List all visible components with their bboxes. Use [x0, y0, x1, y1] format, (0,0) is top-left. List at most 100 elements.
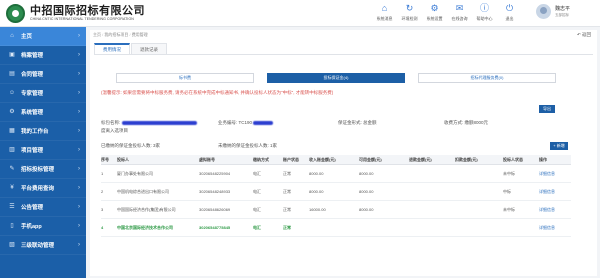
logo-emblem-icon	[6, 4, 25, 23]
sidebar-item[interactable]: ▤ 合同管理 ›	[0, 65, 86, 84]
sidebar-item-icon: ⌂	[10, 33, 14, 39]
segment-document-fee[interactable]: 标书费	[116, 73, 254, 83]
gear-icon: ⚙	[430, 3, 439, 13]
table-row: 1 厦门办事处有限公司 30206548225904 电汇 正常 8000.00 8000.…	[101, 165, 571, 183]
segment-agency-fee[interactable]: 招标代理服务费(0)	[418, 73, 556, 83]
sidebar-item-icon: ▧	[9, 242, 15, 248]
paid-count: 已缴纳的保证金投标人数: 3家	[101, 143, 160, 149]
sidebar-item-icon: ▯	[10, 223, 14, 229]
table-cell: 电汇	[253, 188, 261, 194]
sidebar-item-label: 档案管理	[21, 53, 44, 59]
chevron-right-icon: ›	[78, 147, 80, 153]
sidebar-item[interactable]: ▣ 档案管理 ›	[0, 46, 86, 65]
segment-bid-deposit[interactable]: 投标保证金(4)	[267, 73, 405, 83]
topnav-item[interactable]: ⌂ 系统消息	[372, 3, 397, 22]
breadcrumb-item[interactable]: 主页	[93, 32, 101, 37]
deposit-type: 保证金形式: 总金额	[338, 120, 377, 126]
deposit-table: 序号 投标人 虚拟账号 缴纳方式 账户状态 收入账金额(元) 可用金额(元) 退款金额(元) 扣…	[101, 155, 571, 237]
sidebar-item-label: 专家管理	[21, 91, 44, 97]
tab-fee-status[interactable]: 费用情况	[94, 43, 130, 54]
sidebar-item[interactable]: ⚙ 系统管理 ›	[0, 103, 86, 122]
user-menu[interactable]: 魏志平 五部招标	[536, 4, 570, 19]
topnav-label: 环境检测	[401, 16, 418, 21]
sidebar-item-label: 招标投标管理	[21, 167, 55, 173]
sidebar-item[interactable]: ✎ 招标投标管理 ›	[0, 160, 86, 179]
column-header: 扣款金额(元)	[455, 156, 478, 162]
table-cell: 8000.00	[359, 189, 374, 194]
back-button[interactable]: ↶ 返回	[577, 32, 591, 38]
deposit-type-value: 总金额	[363, 120, 377, 125]
sidebar-item[interactable]: ☰ 公告管理 ›	[0, 198, 86, 217]
paid-count-label: 已缴纳的保证金投标人数:	[101, 143, 152, 148]
charge-method: 收费方式: 缴额8000元	[444, 120, 488, 126]
sidebar-item[interactable]: ▦ 我的工作台 ›	[0, 122, 86, 141]
table-cell: 30206548248933	[199, 189, 231, 194]
column-header: 可用金额(元)	[359, 156, 382, 162]
topnav-item[interactable]: ↻ 环境检测	[397, 3, 422, 22]
table-header: 序号 投标人 虚拟账号 缴纳方式 账户状态 收入账金额(元) 可用金额(元) 退款金额(元) 扣…	[101, 155, 571, 165]
topnav-item[interactable]: ⚙ 系统设置	[422, 3, 447, 22]
table-cell: 30206548225904	[199, 171, 231, 176]
sidebar-item[interactable]: ▧ 三级联动管理 ›	[0, 236, 86, 255]
refresh-icon: ↻	[405, 3, 414, 13]
details-link[interactable]: 详细信息	[539, 189, 571, 195]
package-info: 标包名称:	[101, 120, 197, 126]
details-link[interactable]: 详细信息	[539, 207, 571, 213]
tab-divider	[94, 54, 593, 55]
export-button[interactable]: 导出	[539, 105, 555, 113]
charge-method-value: 缴额8000元	[464, 120, 489, 125]
sidebar-item-icon: ⚙	[9, 109, 15, 115]
sidebar-item[interactable]: ¥ 平台费用查询 ›	[0, 179, 86, 198]
chevron-right-icon: ›	[78, 33, 80, 39]
topnav-item[interactable]: ⏻ 退出	[497, 3, 522, 22]
sidebar-item-icon: ☺	[8, 90, 16, 96]
details-link[interactable]: 详细信息	[539, 171, 571, 177]
table-cell: 中国北京国际经济技术合作公司	[117, 224, 173, 230]
table-cell: 8000.00	[309, 189, 324, 194]
sidebar-item[interactable]: ▥ 项目管理 ›	[0, 141, 86, 160]
avatar[interactable]	[536, 4, 551, 19]
user-name: 魏志平	[555, 6, 571, 12]
topnav-label: 系统设置	[426, 16, 443, 21]
topnav-item[interactable]: ⓘ 帮助中心	[472, 3, 497, 22]
unpaid-count-label: 未缴纳的保证金投标人数:	[218, 143, 269, 148]
column-header: 退款金额(元)	[409, 156, 432, 162]
breadcrumb-item[interactable]: 我的招标项目	[101, 32, 128, 37]
chevron-right-icon: ›	[78, 90, 80, 96]
top-navigation: ⌂ 系统消息 ↻ 环境检测 ⚙ 系统设置 ✉ 在线咨询 ⓘ 帮助中心 ⏻ 退出	[372, 3, 522, 22]
sidebar-item[interactable]: ☺ 专家管理 ›	[0, 84, 86, 103]
table-cell: 8000.00	[359, 207, 374, 212]
fee-type-segments: 标书费 投标保证金(4) 招标代理服务费(0)	[116, 73, 569, 83]
power-icon: ⏻	[505, 3, 514, 13]
topnav-item[interactable]: ✉ 在线咨询	[447, 3, 472, 22]
add-button[interactable]: + 新增	[550, 142, 568, 150]
table-cell: 30206548626069	[199, 207, 231, 212]
sidebar-item-icon: ▣	[9, 52, 15, 58]
logo-english-name: CHINA CNTIC INTERNATIONAL TENDERING CORP…	[30, 17, 134, 21]
details-link[interactable]: 详细信息	[539, 225, 571, 231]
redacted-package-name	[121, 120, 197, 125]
business-number-value: TC190	[238, 120, 253, 125]
column-header: 投标人	[117, 156, 129, 162]
table-cell: 8000.00	[309, 171, 324, 176]
topnav-label: 退出	[505, 16, 514, 21]
company-logo[interactable]: 中招国际招标有限公司 CHINA CNTIC INTERNATIONAL TEN…	[6, 4, 145, 23]
table-cell: 4	[101, 225, 104, 230]
table-cell: 电汇	[253, 170, 261, 176]
column-header: 虚拟账号	[199, 156, 215, 162]
sidebar-item[interactable]: ⌂ 主页 ›	[0, 27, 86, 46]
table-cell: 正常	[283, 188, 291, 194]
charge-method-label: 收费方式:	[444, 120, 464, 125]
warm-tip-notice: (温馨提示: 如果您需要将中标服务费, 请务必在系统中完成中标通知书, 并确认投…	[101, 90, 334, 95]
logo-chinese-name: 中招国际招标有限公司	[30, 4, 145, 17]
tab-refund-records[interactable]: 退款记录	[131, 43, 167, 54]
sidebar-item-icon: ▦	[9, 128, 15, 134]
table-cell: 未中标	[503, 170, 515, 176]
table-row: 4 中国北京国际经济技术合作公司 30206548775845 电汇 正常 详细信息	[101, 219, 571, 237]
table-cell: 2	[101, 189, 104, 194]
business-number-label: 业务编号:	[218, 120, 238, 125]
sidebar-item[interactable]: ▯ 手机app ›	[0, 217, 86, 236]
table-cell: 中国国际经济合作(集团)有限公司	[117, 206, 176, 212]
table-cell: 中国机电综合进出口有限公司	[117, 188, 169, 194]
table-cell: 正常	[283, 224, 291, 230]
